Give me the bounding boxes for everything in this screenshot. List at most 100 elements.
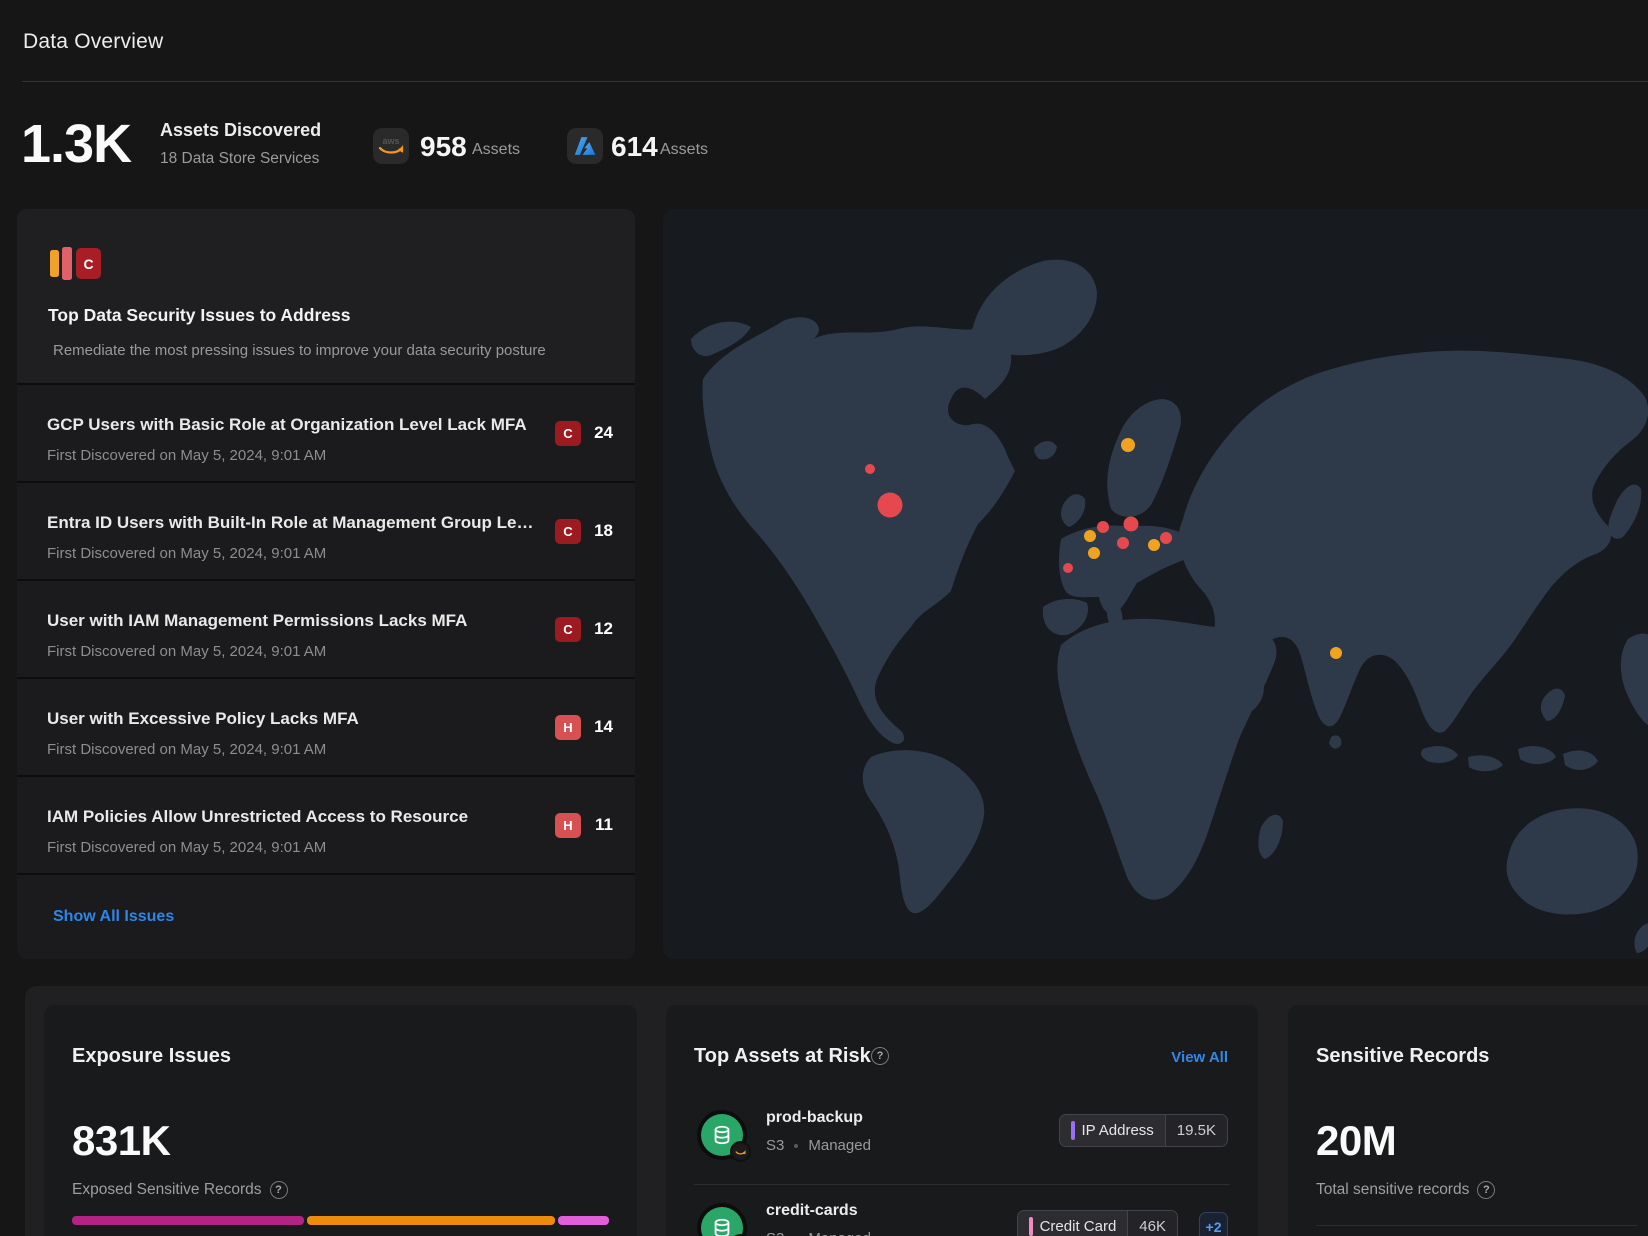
issue-discovered-date: First Discovered on May 5, 2024, 9:01 AM	[47, 447, 326, 464]
issue-count: 11	[589, 815, 613, 835]
issues-card-footer: Show All Issues	[17, 873, 635, 959]
issue-row[interactable]: User with Excessive Policy Lacks MFA Fir…	[17, 677, 635, 775]
top-issues-card-header: C Top Data Security Issues to Address Re…	[17, 209, 635, 383]
issue-discovered-date: First Discovered on May 5, 2024, 9:01 AM	[47, 643, 326, 660]
map-asset-dot[interactable]	[1063, 563, 1073, 573]
issue-count: 12	[589, 619, 613, 639]
issue-row[interactable]: IAM Policies Allow Unrestricted Access t…	[17, 775, 635, 873]
s3-bucket-icon	[697, 1110, 747, 1160]
issues-card-title: Top Data Security Issues to Address	[48, 305, 350, 326]
severity-badge: H	[555, 715, 581, 740]
severity-badge: C	[555, 617, 581, 642]
asset-status: Managed	[808, 1137, 871, 1154]
asset-service: S3	[766, 1230, 784, 1236]
asset-name: prod-backup	[766, 1109, 863, 1127]
aws-mini-badge-icon	[730, 1141, 751, 1162]
world-map-card	[663, 209, 1648, 959]
issue-row[interactable]: GCP Users with Basic Role at Organizatio…	[17, 383, 635, 481]
sensitive-records-label: Total sensitive records	[1316, 1181, 1469, 1199]
row-divider	[694, 1184, 1230, 1185]
database-icon	[711, 1123, 733, 1147]
aws-assets-unit: Assets	[472, 141, 520, 159]
issue-count: 14	[589, 717, 613, 737]
map-landmass	[691, 260, 1648, 953]
s3-bucket-icon	[697, 1203, 747, 1236]
asset-row[interactable]: credit-cards S3 Managed Credit Card 46K …	[666, 1196, 1258, 1236]
sensitive-records-value: 20M	[1316, 1117, 1396, 1165]
exposure-breakdown-bar	[72, 1216, 609, 1225]
help-icon[interactable]: ?	[270, 1181, 288, 1199]
azure-assets-unit: Assets	[660, 141, 708, 159]
tag-accent-bar	[1029, 1217, 1033, 1236]
tag-accent-bar	[1071, 1121, 1075, 1140]
map-asset-dot[interactable]	[1124, 517, 1139, 532]
world-map	[663, 209, 1648, 959]
map-asset-dot[interactable]	[1084, 530, 1096, 542]
tag-label: Credit Card	[1040, 1218, 1117, 1235]
exposure-issues-title: Exposure Issues	[72, 1045, 231, 1068]
help-icon[interactable]: ?	[871, 1047, 889, 1065]
assets-discovered-label: Assets Discovered	[160, 120, 321, 141]
database-icon	[711, 1216, 733, 1236]
severity-badge: C	[555, 519, 581, 544]
severity-badge: H	[555, 813, 581, 838]
top-assets-title: Top Assets at Risk	[694, 1045, 871, 1068]
map-asset-dot[interactable]	[1160, 532, 1172, 544]
azure-icon	[567, 128, 603, 164]
top-assets-card: Top Assets at Risk ? View All prod-backu…	[666, 1005, 1258, 1236]
issue-row[interactable]: User with IAM Management Permissions Lac…	[17, 579, 635, 677]
issue-count: 24	[589, 423, 613, 443]
tag-label: IP Address	[1082, 1122, 1154, 1139]
asset-service: S3	[766, 1137, 784, 1154]
issue-count: 18	[589, 521, 613, 541]
map-asset-dot[interactable]	[865, 464, 875, 474]
map-asset-dot[interactable]	[1330, 647, 1342, 659]
tag-value: 19.5K	[1165, 1115, 1227, 1146]
exposure-issues-card: Exposure Issues 831K Exposed Sensitive R…	[44, 1005, 637, 1236]
asset-row[interactable]: prod-backup S3 Managed IP Address 19.5K	[666, 1103, 1258, 1183]
data-store-services-label: 18 Data Store Services	[160, 150, 319, 168]
issues-card-subtitle: Remediate the most pressing issues to im…	[53, 342, 546, 359]
aws-icon: aws	[373, 128, 409, 164]
show-all-issues-link[interactable]: Show All Issues	[53, 908, 174, 926]
asset-name: credit-cards	[766, 1202, 858, 1220]
page-title: Data Overview	[23, 30, 163, 54]
sensitive-records-card: Sensitive Records 20M Total sensitive re…	[1288, 1005, 1648, 1236]
header-divider	[22, 81, 1648, 82]
issue-title: IAM Policies Allow Unrestricted Access t…	[47, 807, 468, 827]
map-asset-dot[interactable]	[1097, 521, 1109, 533]
severity-badge: C	[555, 421, 581, 446]
issue-title: GCP Users with Basic Role at Organizatio…	[47, 415, 527, 435]
map-asset-dot[interactable]	[1117, 537, 1129, 549]
issue-row[interactable]: Entra ID Users with Built-In Role at Man…	[17, 481, 635, 579]
map-asset-dot[interactable]	[1121, 438, 1135, 452]
assets-discovered-count: 1.3K	[21, 113, 131, 175]
azure-assets-count: 614	[611, 131, 658, 163]
more-tags-chip[interactable]: +2	[1199, 1212, 1228, 1236]
severity-stack-icon: C	[50, 247, 102, 280]
svg-text:aws: aws	[382, 136, 399, 146]
top-issues-card: C Top Data Security Issues to Address Re…	[17, 209, 635, 959]
issue-title: User with IAM Management Permissions Lac…	[47, 611, 467, 631]
view-all-link[interactable]: View All	[1171, 1049, 1228, 1066]
map-asset-dot[interactable]	[878, 493, 903, 518]
exposure-issues-label: Exposed Sensitive Records	[72, 1181, 262, 1199]
critical-severity-icon: C	[76, 248, 101, 279]
issue-discovered-date: First Discovered on May 5, 2024, 9:01 AM	[47, 741, 326, 758]
exposure-issues-value: 831K	[72, 1117, 170, 1165]
issue-title: Entra ID Users with Built-In Role at Man…	[47, 513, 533, 533]
sensitive-records-title: Sensitive Records	[1316, 1045, 1489, 1068]
asset-status: Managed	[808, 1230, 871, 1236]
map-asset-dot[interactable]	[1088, 547, 1100, 559]
exposure-bar-segment	[72, 1216, 304, 1225]
sensitive-data-tag[interactable]: IP Address 19.5K	[1059, 1114, 1228, 1147]
map-asset-dot[interactable]	[1148, 539, 1160, 551]
aws-assets-count: 958	[420, 131, 467, 163]
tag-value: 46K	[1127, 1211, 1177, 1236]
issue-title: User with Excessive Policy Lacks MFA	[47, 709, 359, 729]
exposure-bar-segment	[558, 1216, 609, 1225]
records-divider	[1316, 1225, 1637, 1226]
sensitive-data-tag[interactable]: Credit Card 46K	[1017, 1210, 1178, 1236]
issue-discovered-date: First Discovered on May 5, 2024, 9:01 AM	[47, 839, 326, 856]
help-icon[interactable]: ?	[1477, 1181, 1495, 1199]
